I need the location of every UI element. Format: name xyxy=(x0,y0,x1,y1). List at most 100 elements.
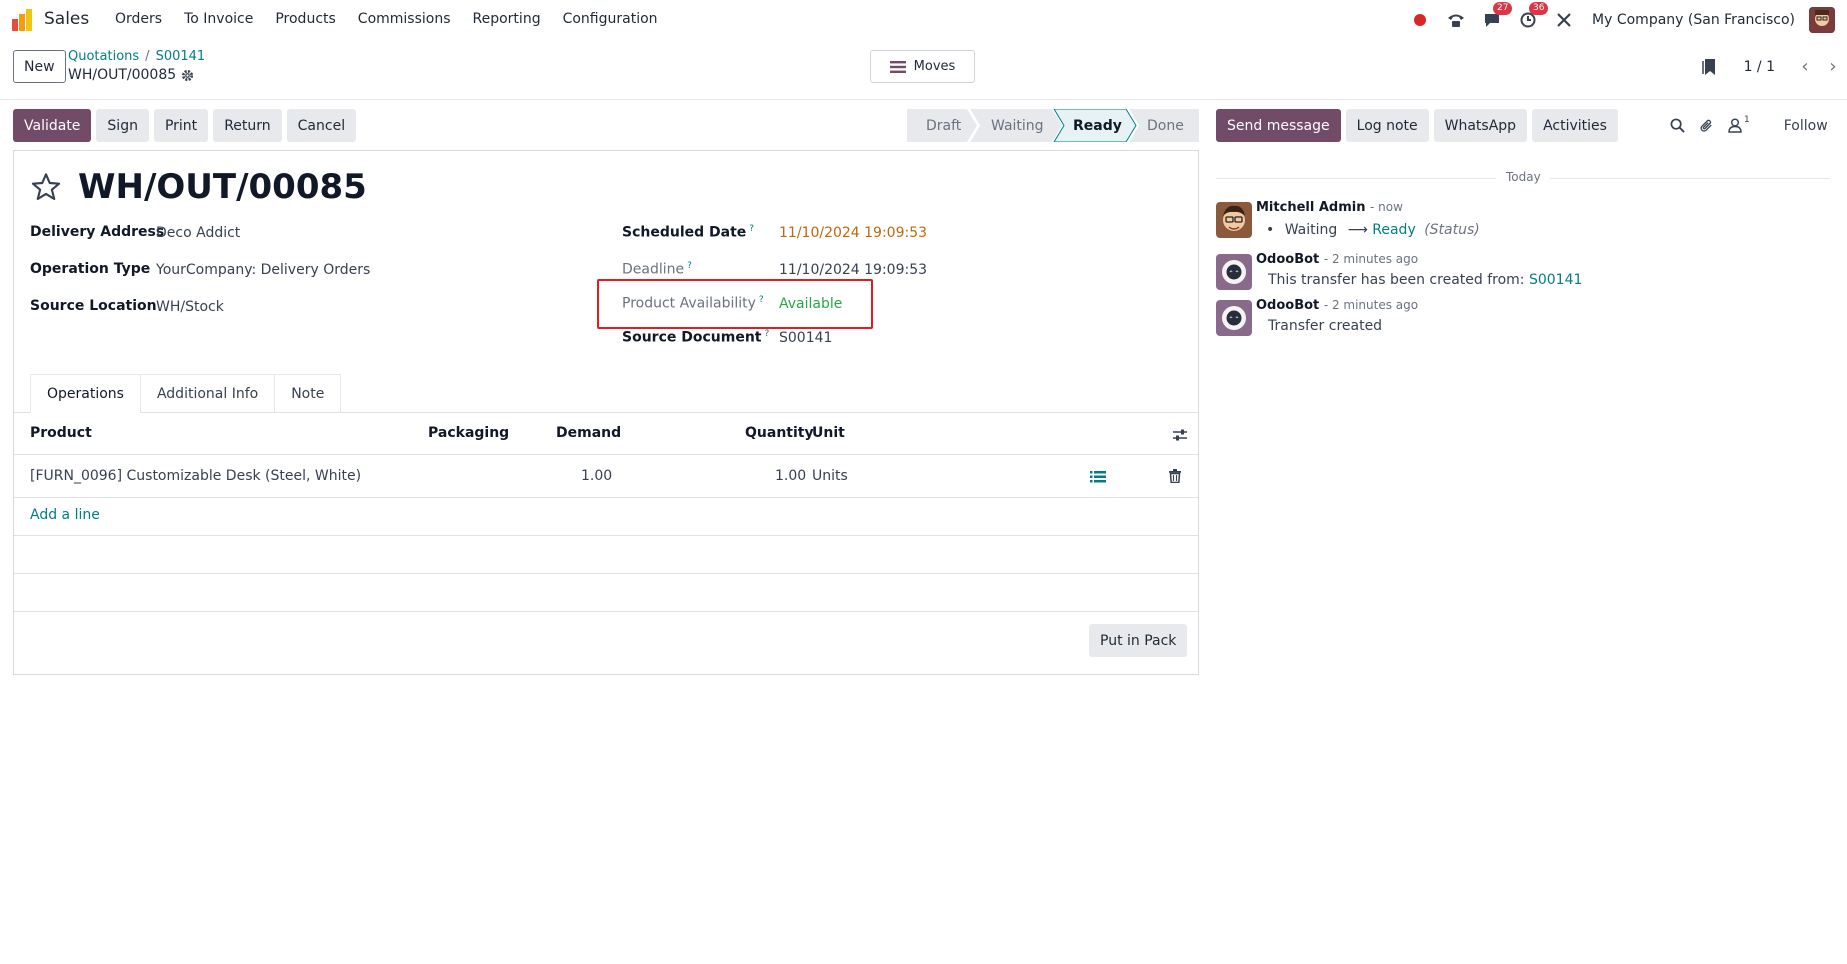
recording-indicator-icon[interactable] xyxy=(1408,8,1432,32)
add-line-link[interactable]: Add a line xyxy=(30,507,100,523)
row-product[interactable]: [FURN_0096] Customizable Desk (Steel, Wh… xyxy=(30,468,361,484)
table-header: Product Packaging Demand Quantity Unit xyxy=(14,413,1198,455)
deadline-value[interactable]: 11/10/2024 19:09:53 xyxy=(779,262,927,278)
row-quantity[interactable]: 1.00 xyxy=(775,468,806,484)
phone-icon[interactable] xyxy=(1444,8,1468,32)
attachment-icon[interactable] xyxy=(1699,118,1714,134)
menu-configuration[interactable]: Configuration xyxy=(552,11,669,27)
tracking-field-name: (Status) xyxy=(1424,222,1480,238)
tracking-new-value: Ready xyxy=(1372,222,1416,238)
message-time: - 2 minutes ago xyxy=(1323,252,1419,266)
return-button[interactable]: Return xyxy=(213,109,282,142)
log-note-button[interactable]: Log note xyxy=(1345,109,1429,142)
row-demand[interactable]: 1.00 xyxy=(581,468,612,484)
activities-clock-icon[interactable]: 36 xyxy=(1516,2,1549,32)
message-author: OdooBot - 2 minutes ago xyxy=(1256,252,1418,267)
source-document-value[interactable]: S00141 xyxy=(779,330,832,346)
tab-additional-info[interactable]: Additional Info xyxy=(139,374,276,413)
deadline-help-icon[interactable]: ? xyxy=(687,261,692,271)
empty-row-divider xyxy=(14,611,1198,612)
empty-row-divider xyxy=(14,535,1198,536)
validate-button[interactable]: Validate xyxy=(13,109,92,142)
stage-draft[interactable]: Draft xyxy=(907,109,977,142)
messages-icon[interactable]: 27 xyxy=(1480,2,1513,32)
separator-line xyxy=(1216,178,1496,179)
message-link-s00141[interactable]: S00141 xyxy=(1529,272,1582,288)
row-unit[interactable]: Units xyxy=(812,468,848,484)
sign-button[interactable]: Sign xyxy=(96,109,149,142)
source-document-help-icon[interactable]: ? xyxy=(765,329,770,339)
mitchell-admin-avatar[interactable] xyxy=(1216,202,1252,238)
odoobot-avatar[interactable] xyxy=(1216,300,1252,336)
menu-reporting[interactable]: Reporting xyxy=(462,11,552,27)
sales-app-icon[interactable] xyxy=(12,9,34,31)
menu-products[interactable]: Products xyxy=(264,11,346,27)
pager-previous-icon[interactable]: ‹ xyxy=(1791,56,1819,77)
whatsapp-button[interactable]: WhatsApp xyxy=(1433,109,1528,142)
table-row[interactable]: [FURN_0096] Customizable Desk (Steel, Wh… xyxy=(14,456,1198,498)
list-icon xyxy=(889,60,906,73)
operation-type-label: Operation Type xyxy=(30,261,151,277)
scheduled-date-value[interactable]: 11/10/2024 19:09:53 xyxy=(779,225,927,241)
tab-note[interactable]: Note xyxy=(274,374,342,413)
stage-done[interactable]: Done xyxy=(1127,109,1199,142)
message-author: OdooBot - 2 minutes ago xyxy=(1256,298,1418,313)
deadline-label: Deadline? xyxy=(622,261,692,278)
gear-icon[interactable] xyxy=(181,69,194,82)
column-product[interactable]: Product xyxy=(30,425,92,441)
app-name[interactable]: Sales xyxy=(44,9,89,29)
company-switcher[interactable]: My Company (San Francisco) xyxy=(1592,12,1795,28)
bookmark-icon[interactable] xyxy=(1701,58,1716,76)
pager-value[interactable]: 1 / 1 xyxy=(1744,59,1775,75)
tab-operations[interactable]: Operations xyxy=(30,374,141,413)
detailed-operations-icon[interactable] xyxy=(1090,470,1106,484)
user-avatar[interactable] xyxy=(1809,7,1835,33)
operation-type-value[interactable]: YourCompany: Delivery Orders xyxy=(156,262,370,278)
print-button[interactable]: Print xyxy=(153,109,209,142)
cancel-button[interactable]: Cancel xyxy=(286,109,357,142)
activities-button[interactable]: Activities xyxy=(1532,109,1618,142)
menu-commissions[interactable]: Commissions xyxy=(347,11,462,27)
follow-button[interactable]: Follow xyxy=(1784,118,1828,134)
breadcrumb-s00141[interactable]: S00141 xyxy=(156,49,206,64)
pager-next-icon[interactable]: › xyxy=(1819,56,1847,77)
source-location-label: Source Location xyxy=(30,298,157,314)
empty-row-divider xyxy=(14,573,1198,574)
new-button[interactable]: New xyxy=(13,50,66,83)
send-message-button[interactable]: Send message xyxy=(1216,109,1341,142)
put-in-pack-button[interactable]: Put in Pack xyxy=(1089,624,1188,657)
menu-orders[interactable]: Orders xyxy=(104,11,173,27)
search-icon[interactable] xyxy=(1670,118,1685,133)
control-panel: New Quotations / S00141 WH/OUT/00085 Moves… xyxy=(0,40,1847,100)
delivery-address-value[interactable]: Deco Addict xyxy=(156,225,240,241)
chatter-buttons: Send message Log note WhatsApp Activitie… xyxy=(1216,109,1618,142)
column-unit[interactable]: Unit xyxy=(812,425,845,441)
menu-to-invoice[interactable]: To Invoice xyxy=(173,11,264,27)
tools-icon[interactable] xyxy=(1552,8,1576,32)
column-packaging[interactable]: Packaging xyxy=(428,425,509,441)
message-author-name[interactable]: OdooBot xyxy=(1256,298,1319,313)
trash-icon[interactable] xyxy=(1169,469,1181,483)
notebook-tabs: Operations Additional Info Note xyxy=(30,374,342,413)
date-separator-label: Today xyxy=(1506,170,1541,184)
activities-counter: 36 xyxy=(1529,2,1549,15)
breadcrumb-quotations[interactable]: Quotations xyxy=(68,49,139,64)
source-location-value[interactable]: WH/Stock xyxy=(156,299,224,315)
stage-done-label: Done xyxy=(1147,118,1184,134)
message-author-name[interactable]: OdooBot xyxy=(1256,252,1319,267)
odoobot-avatar[interactable] xyxy=(1216,254,1252,290)
highlight-box xyxy=(597,279,873,329)
moves-smart-button[interactable]: Moves xyxy=(870,50,975,83)
followers-button[interactable]: 1 xyxy=(1728,115,1750,133)
column-quantity[interactable]: Quantity xyxy=(745,425,814,441)
messages-counter: 27 xyxy=(1493,2,1513,15)
stage-waiting[interactable]: Waiting xyxy=(968,109,1062,142)
optional-columns-icon[interactable] xyxy=(1173,428,1187,442)
column-demand[interactable]: Demand xyxy=(556,425,621,441)
message-body: This transfer has been created from: S00… xyxy=(1268,272,1582,288)
star-icon[interactable] xyxy=(30,171,62,203)
stage-ready[interactable]: Ready xyxy=(1053,109,1137,142)
record-name-text: WH/OUT/00085 xyxy=(68,67,177,83)
message-author-name[interactable]: Mitchell Admin xyxy=(1256,200,1365,215)
scheduled-date-help-icon[interactable]: ? xyxy=(749,224,754,234)
